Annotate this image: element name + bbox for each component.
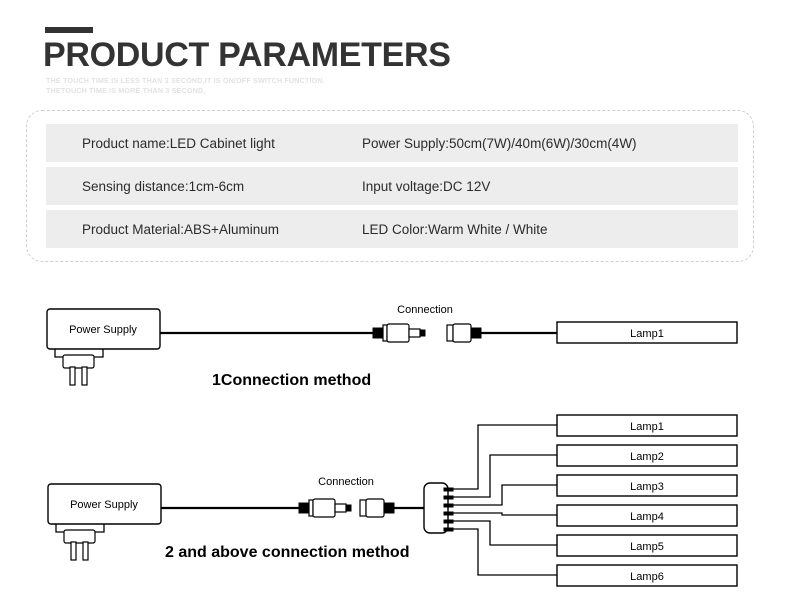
connection-label: Connection bbox=[397, 304, 453, 316]
lamp-label: Lamp6 bbox=[630, 571, 664, 583]
connection-label: Connection bbox=[318, 476, 374, 488]
spec-cell-right: LED Color:Warm White / White bbox=[362, 221, 548, 237]
page-subtitle: THE TOUCH TIME IS LESS THAN 3 SECOND,IT … bbox=[46, 76, 325, 96]
spec-table: Product name:LED Cabinet light Power Sup… bbox=[46, 124, 738, 248]
product-parameters-page: PRODUCT PARAMETERS THE TOUCH TIME IS LES… bbox=[0, 0, 790, 608]
lamp-label: Lamp3 bbox=[630, 481, 664, 493]
diagram-caption: 2 and above connection method bbox=[165, 544, 409, 561]
table-row: Product name:LED Cabinet light Power Sup… bbox=[46, 124, 738, 162]
lamp-label: Lamp1 bbox=[630, 421, 664, 433]
splitter-wires bbox=[453, 424, 557, 576]
spec-cell-left: Product Material:ABS+Aluminum bbox=[82, 221, 279, 237]
power-supply-label: Power Supply bbox=[69, 324, 137, 336]
page-title: PRODUCT PARAMETERS bbox=[43, 36, 451, 74]
connection-diagram-multi: Power Supply Lamp1 Lamp2 Lamp3 Lamp4 Lam… bbox=[0, 405, 790, 605]
lamp-bar-group bbox=[556, 414, 738, 587]
subtitle-line-2: THETOUCH TIME IS MORE THAN 3 SECOND, bbox=[46, 86, 206, 95]
female-connector-socket bbox=[446, 323, 482, 343]
spec-cell-right: Power Supply:50cm(7W)/40m(6W)/30cm(4W) bbox=[362, 135, 637, 151]
table-row: Sensing distance:1cm-6cm Input voltage:D… bbox=[46, 167, 738, 205]
diagram-caption: 1Connection method bbox=[212, 372, 371, 389]
power-supply-adapter bbox=[46, 308, 161, 386]
female-connector-socket bbox=[359, 498, 395, 518]
lamp-label: Lamp2 bbox=[630, 451, 664, 463]
male-connector-plug bbox=[298, 498, 352, 518]
lamp-label: Lamp4 bbox=[630, 511, 664, 523]
spec-cell-right: Input voltage:DC 12V bbox=[362, 178, 491, 194]
title-accent-bar bbox=[45, 27, 93, 33]
table-row: Product Material:ABS+Aluminum LED Color:… bbox=[46, 210, 738, 248]
power-supply-adapter bbox=[47, 483, 162, 561]
subtitle-line-1: THE TOUCH TIME IS LESS THAN 3 SECOND,IT … bbox=[46, 76, 325, 85]
lamp-label: Lamp1 bbox=[630, 328, 664, 340]
splitter-hub bbox=[423, 482, 454, 534]
spec-cell-left: Product name:LED Cabinet light bbox=[82, 135, 275, 151]
lamp-label: Lamp5 bbox=[630, 541, 664, 553]
power-supply-label: Power Supply bbox=[70, 499, 138, 511]
connection-diagram-single: Power Supply Lamp1 Connection 1Connectio… bbox=[0, 295, 790, 400]
spec-cell-left: Sensing distance:1cm-6cm bbox=[82, 178, 245, 194]
male-connector-plug bbox=[372, 323, 426, 343]
